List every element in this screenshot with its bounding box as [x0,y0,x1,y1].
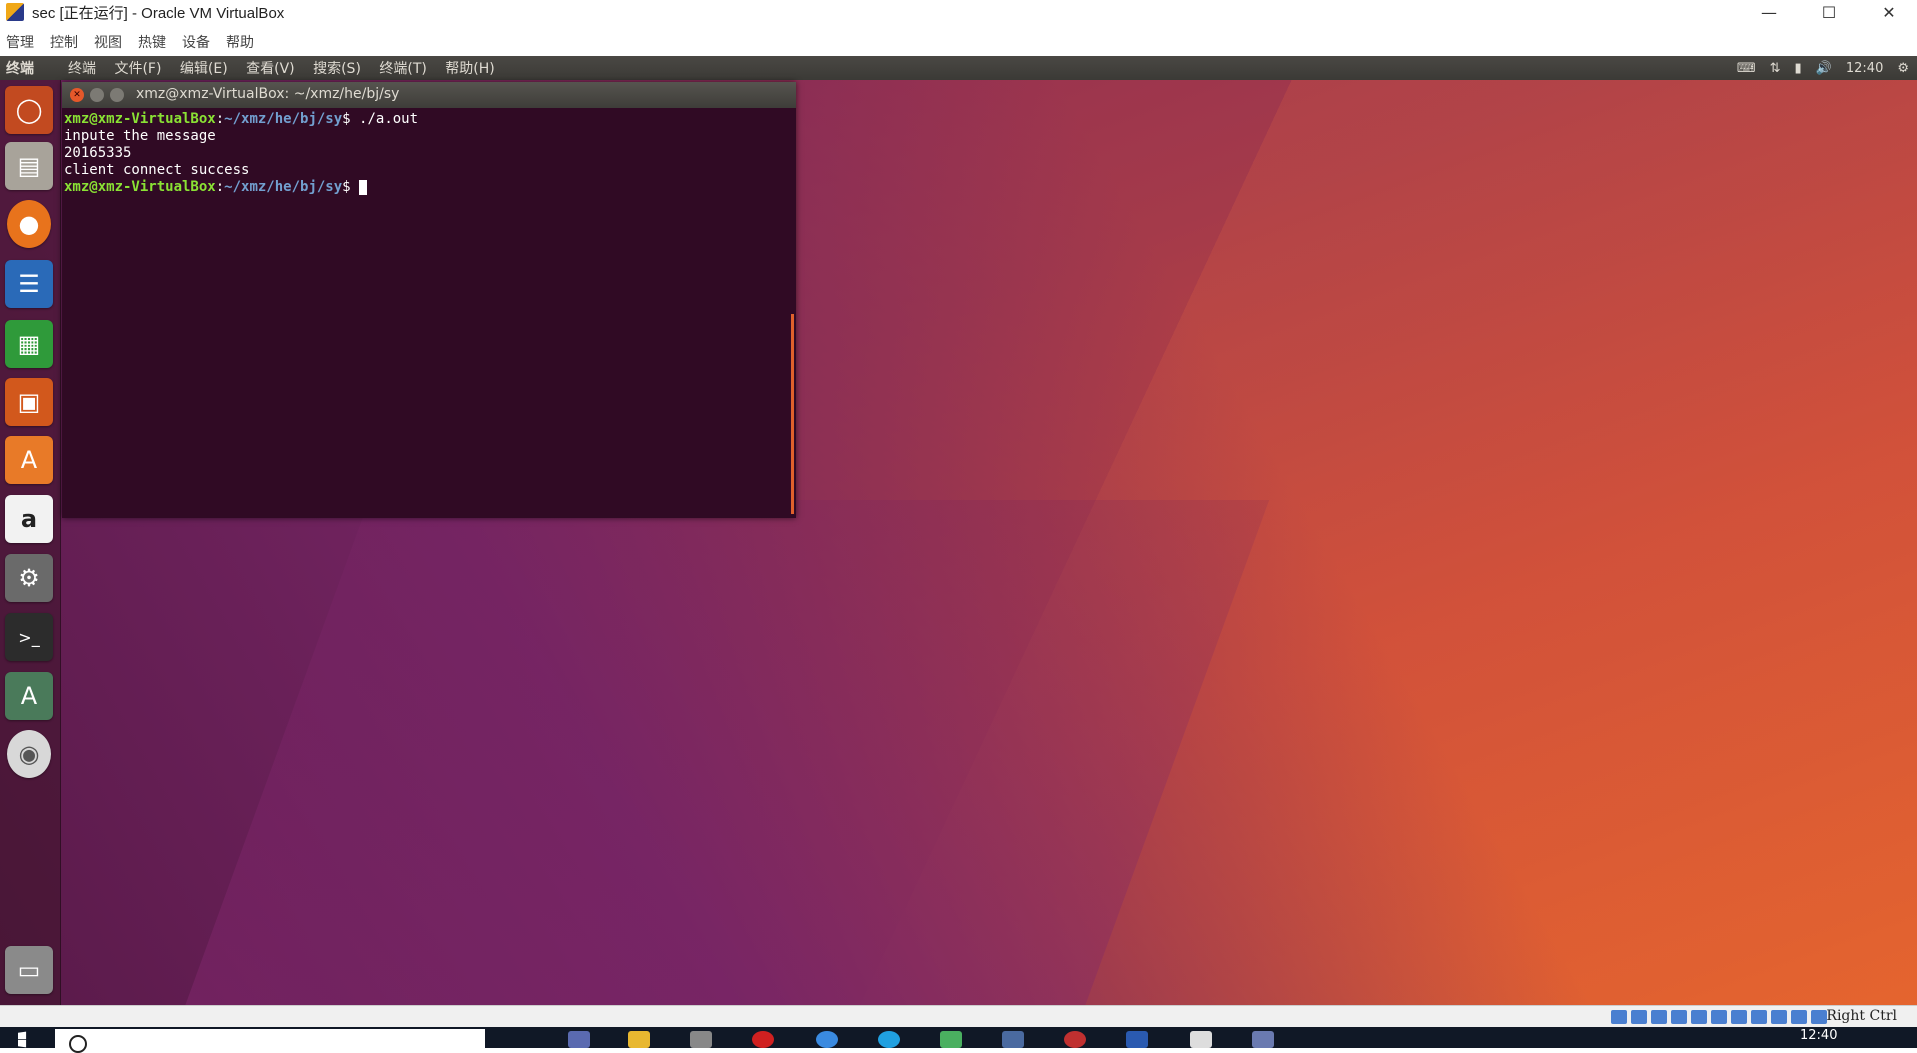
optical-drive-icon[interactable] [1631,1010,1647,1024]
prompt-end: $ [342,179,351,195]
menu-hotkey[interactable]: 热键 [138,32,166,52]
panel-menus: 终端 文件(F) 编辑(E) 查看(V) 搜索(S) 终端(T) 帮助(H) [68,58,509,78]
terminal-window[interactable]: ✕ xmz@xmz-VirtualBox: ~/xmz/he/bj/sy xmz… [62,82,796,518]
prompt-line: xmz@xmz-VirtualBox:~/xmz/he/bj/sy$ [64,179,368,195]
prompt-sep: : [215,179,225,195]
host-menubar: 管理 控制 视图 热键 设备 帮助 [0,30,1917,54]
taskbar-app-icon[interactable] [568,1031,590,1048]
vbox-status-bar: Right Ctrl [0,1005,1917,1028]
files-icon[interactable]: ▤ [5,142,53,190]
dvd-icon[interactable]: ◉ [7,730,51,778]
panel-menu-edit[interactable]: 编辑(E) [180,61,228,77]
taskbar-app-icon[interactable] [690,1031,712,1048]
minimize-button[interactable]: — [1740,0,1798,24]
taskbar-app-icon[interactable] [752,1031,774,1048]
display-icon[interactable] [1731,1010,1747,1024]
terminal-titlebar[interactable]: ✕ xmz@xmz-VirtualBox: ~/xmz/he/bj/sy [62,82,796,108]
software-center-icon[interactable]: A [5,436,53,484]
output-line: inpute the message [64,128,216,144]
terminal-close-button[interactable]: ✕ [70,88,84,102]
host-titlebar: sec [正在运行] - Oracle VM VirtualBox — ☐ ✕ [0,0,1917,24]
taskbar-app-icon[interactable] [940,1031,962,1048]
terminal-scrollbar[interactable] [791,314,794,514]
output-line: 20165335 [64,145,132,161]
recording-icon[interactable] [1751,1010,1767,1024]
close-button[interactable]: ✕ [1860,0,1917,24]
host-key-label: Right Ctrl [1826,1008,1897,1024]
prompt-end: $ [342,111,351,127]
maximize-button[interactable]: ☐ [1800,0,1858,24]
menu-devices[interactable]: 设备 [182,32,210,52]
taskbar-search-box[interactable] [55,1029,485,1053]
terminal-icon[interactable]: >_ [5,613,53,661]
prompt-path: ~/xmz/he/bj/sy [224,111,343,127]
virtualbox-icon [6,3,24,21]
shared-folder-icon[interactable] [1711,1010,1727,1024]
windows-taskbar: 12:40 [0,1027,1917,1053]
software-updater-icon[interactable]: A [5,672,53,720]
file-explorer-icon[interactable] [628,1031,650,1048]
network-adapter-icon[interactable] [1671,1010,1687,1024]
hard-disk-icon[interactable] [1611,1010,1627,1024]
terminal-title: xmz@xmz-VirtualBox: ~/xmz/he/bj/sy [136,86,400,102]
taskbar-app-icon[interactable] [1064,1031,1086,1048]
amazon-icon[interactable]: a [5,495,53,543]
menu-manage[interactable]: 管理 [6,32,34,52]
unity-launcher: ◯ ▤ ● ☰ ▦ ▣ A a ⚙ >_ A ◉ ▭ [0,80,61,1005]
panel-menu-terminal[interactable]: 终端 [68,61,96,77]
gear-icon[interactable]: ⚙ [1897,61,1909,76]
mouse-integration-icon[interactable] [1791,1010,1807,1024]
writer-icon[interactable]: ☰ [5,260,53,308]
menu-help[interactable]: 帮助 [226,32,254,52]
terminal-minimize-button[interactable] [90,88,104,102]
terminal-maximize-button[interactable] [110,88,124,102]
ubuntu-top-panel: 终端 终端 文件(F) 编辑(E) 查看(V) 搜索(S) 终端(T) 帮助(H… [0,56,1917,80]
taskbar-clock[interactable]: 12:40 [1800,1028,1837,1043]
system-settings-icon[interactable]: ⚙ [5,554,53,602]
windows-start-icon[interactable] [18,1031,27,1048]
usb-icon[interactable] [1691,1010,1707,1024]
taskbar-app-icon[interactable] [816,1031,838,1048]
text-cursor [359,179,368,195]
virtualbox-taskbar-icon[interactable] [1252,1031,1274,1048]
network-icon[interactable]: ⇅ [1770,61,1781,76]
panel-menu-view[interactable]: 查看(V) [246,61,295,77]
taskbar-app-icon[interactable] [1002,1031,1024,1048]
firefox-icon[interactable]: ● [7,200,51,248]
trash-icon[interactable]: ▭ [5,946,53,994]
command-text: ./a.out [350,111,419,127]
host-window-title: sec [正在运行] - Oracle VM VirtualBox [32,4,285,22]
search-icon [69,1035,87,1053]
taskbar-app-icon[interactable] [878,1031,900,1048]
battery-icon[interactable]: ▮ [1795,61,1802,76]
keyboard-icon[interactable]: ⌨ [1737,61,1756,76]
panel-menu-search[interactable]: 搜索(S) [313,61,361,77]
vbox-device-icons [1611,1010,1827,1024]
panel-clock[interactable]: 12:40 [1846,61,1883,76]
menu-view[interactable]: 视图 [94,32,122,52]
prompt-line: xmz@xmz-VirtualBox:~/xmz/he/bj/sy$ ./a.o… [64,111,418,127]
audio-icon[interactable] [1651,1010,1667,1024]
prompt-sep: : [215,111,225,127]
menu-control[interactable]: 控制 [50,32,78,52]
prompt-user: xmz@xmz-VirtualBox [64,179,216,195]
volume-icon[interactable]: 🔊 [1816,61,1832,76]
output-line: client connect success [64,162,250,178]
prompt-path: ~/xmz/he/bj/sy [224,179,343,195]
cpu-icon[interactable] [1771,1010,1787,1024]
keyboard-capture-icon[interactable] [1811,1010,1827,1024]
prompt-user: xmz@xmz-VirtualBox [64,111,216,127]
panel-menu-terminal-t[interactable]: 终端(T) [379,61,426,77]
panel-menu-help[interactable]: 帮助(H) [445,61,494,77]
taskbar-app-icon[interactable] [1126,1031,1148,1048]
impress-icon[interactable]: ▣ [5,378,53,426]
terminal-output[interactable]: xmz@xmz-VirtualBox:~/xmz/he/bj/sy$ ./a.o… [62,108,796,199]
taskbar-app-icon[interactable] [1190,1031,1212,1048]
calc-icon[interactable]: ▦ [5,320,53,368]
panel-menu-file[interactable]: 文件(F) [114,61,161,77]
panel-indicators: ⌨ ⇅ ▮ 🔊 12:40 ⚙ [1737,56,1909,80]
ubuntu-dash-icon[interactable]: ◯ [5,86,53,134]
panel-app-name: 终端 [6,61,34,77]
